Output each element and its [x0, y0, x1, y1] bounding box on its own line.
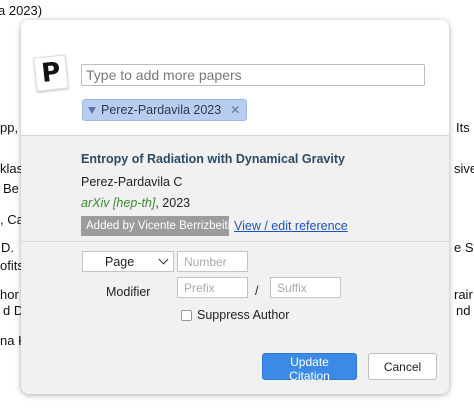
- background-text: pp,: [0, 120, 19, 135]
- background-text: klas: [0, 161, 24, 176]
- background-text: hor: [0, 287, 19, 302]
- chevron-down-icon: [158, 254, 169, 265]
- close-icon[interactable]: ✕: [230, 103, 240, 117]
- paper-search-input[interactable]: [81, 64, 425, 86]
- added-by-badge: Added by Vicente Berrizbeitia: [81, 216, 237, 236]
- background-text: sive: [454, 161, 474, 176]
- background-text: Be: [3, 181, 19, 196]
- locator-section: Page Modifier / Suppress Author: [21, 241, 449, 328]
- app-logo: P: [33, 54, 69, 92]
- suppress-author-option[interactable]: Suppress Author: [181, 308, 289, 322]
- modifier-label: Modifier: [106, 285, 151, 299]
- dialog-header: P Perez-Pardavila 2023 ✕: [21, 20, 449, 135]
- reference-year: , 2023: [155, 196, 191, 210]
- background-text: nd: [456, 303, 471, 318]
- reference-journal: arXiv [hep-th]: [81, 196, 156, 210]
- cancel-button[interactable]: Cancel: [368, 353, 437, 380]
- background-text: D.: [1, 240, 14, 255]
- background-text: Its: [456, 120, 470, 135]
- reference-publication: arXiv [hep-th], 2023: [81, 196, 190, 210]
- locator-type-select[interactable]: Page: [82, 251, 174, 272]
- view-edit-reference-link[interactable]: View / edit reference: [234, 219, 348, 233]
- reference-authors: Perez-Pardavila C: [81, 175, 183, 189]
- background-text: e S: [454, 240, 474, 255]
- citation-tag[interactable]: Perez-Pardavila 2023 ✕: [82, 99, 248, 121]
- suppress-author-label: Suppress Author: [197, 308, 290, 322]
- background-text: rair: [454, 287, 473, 302]
- prefix-suffix-separator: /: [255, 284, 259, 298]
- prefix-input[interactable]: [177, 277, 248, 298]
- locator-type-value: Page: [105, 254, 135, 269]
- locator-number-input[interactable]: [177, 251, 248, 272]
- background-text: a 2023): [0, 3, 43, 18]
- citation-tag-label: Perez-Pardavila 2023: [101, 103, 222, 117]
- suppress-author-checkbox[interactable]: [181, 309, 192, 321]
- dialog-footer: Update Citation Cancel: [21, 327, 449, 394]
- triangle-down-icon[interactable]: [88, 106, 96, 114]
- update-citation-button[interactable]: Update Citation: [262, 353, 357, 383]
- reference-title: Entropy of Radiation with Dynamical Grav…: [81, 152, 345, 166]
- citation-dialog: P Perez-Pardavila 2023 ✕ Entropy of Radi…: [21, 20, 449, 394]
- suffix-input[interactable]: [270, 277, 341, 298]
- reference-details: Entropy of Radiation with Dynamical Grav…: [21, 135, 449, 256]
